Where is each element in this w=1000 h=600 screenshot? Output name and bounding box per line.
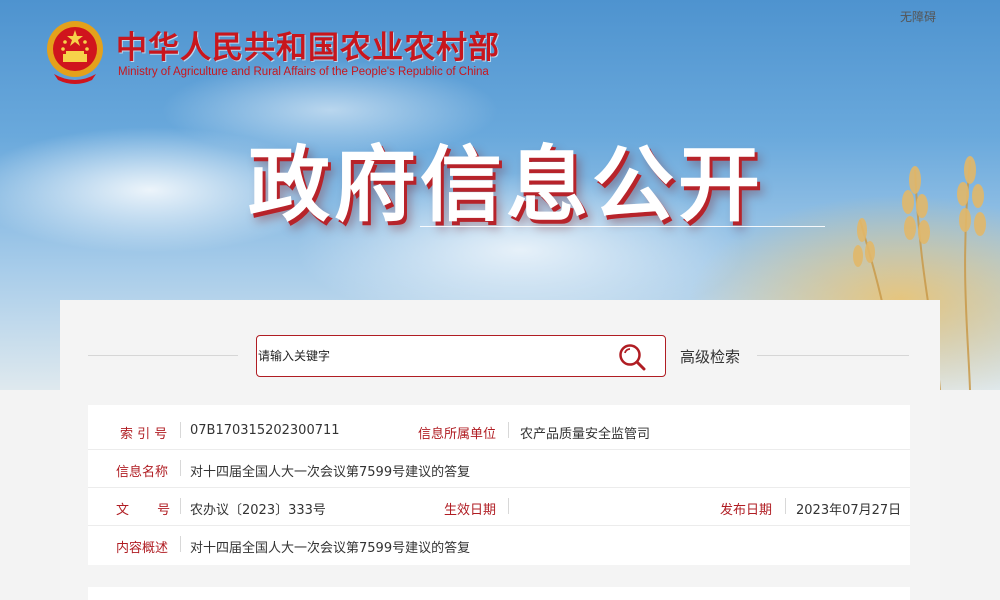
search-input[interactable] (258, 337, 598, 375)
doc-value: 农办议〔2023〕333号 (190, 503, 326, 518)
info-row-index: 索 引 号 07B170315202300711 信息所属单位 农产品质量安全监… (88, 412, 910, 450)
name-label: 信息名称 (116, 465, 169, 480)
divider (88, 355, 238, 356)
national-emblem-icon (47, 21, 103, 84)
main-panel: 高级检索 索 引 号 07B170315202300711 信息所属单位 农产品… (60, 300, 940, 600)
divider (508, 422, 509, 438)
divider (180, 422, 181, 438)
doc-label: 文 号 (116, 503, 171, 518)
search-box (256, 335, 666, 377)
content-card (88, 587, 910, 600)
site-name-en[interactable]: Ministry of Agriculture and Rural Affair… (118, 66, 489, 78)
effective-date-label: 生效日期 (444, 503, 497, 518)
advanced-search-link[interactable]: 高级检索 (680, 346, 740, 367)
divider (180, 536, 181, 552)
index-value: 07B170315202300711 (190, 423, 340, 438)
org-value: 农产品质量安全监管司 (520, 427, 651, 442)
search-icon (619, 344, 646, 371)
banner-title-underline (420, 226, 825, 227)
summary-value: 对十四届全国人大一次会议第7599号建议的答复 (190, 541, 471, 556)
info-table: 索 引 号 07B170315202300711 信息所属单位 农产品质量安全监… (88, 405, 910, 565)
name-value: 对十四届全国人大一次会议第7599号建议的答复 (190, 465, 471, 480)
search-button[interactable] (617, 342, 647, 372)
divider (180, 498, 181, 514)
divider (785, 498, 786, 514)
site-name-cn[interactable]: 中华人民共和国农业农村部 (116, 22, 500, 67)
org-label: 信息所属单位 (418, 427, 497, 442)
info-row-doc: 文 号 农办议〔2023〕333号 生效日期 发布日期 2023年07月27日 (88, 488, 910, 526)
publish-date-value: 2023年07月27日 (796, 503, 902, 518)
divider (508, 498, 509, 514)
info-row-name: 信息名称 对十四届全国人大一次会议第7599号建议的答复 (88, 450, 910, 488)
info-row-summary: 内容概述 对十四届全国人大一次会议第7599号建议的答复 (88, 526, 910, 564)
summary-label: 内容概述 (116, 541, 169, 556)
accessibility-link[interactable]: 无障碍 (900, 8, 936, 25)
divider (180, 460, 181, 476)
publish-date-label: 发布日期 (720, 503, 773, 518)
divider (757, 355, 909, 356)
index-label: 索 引 号 (120, 427, 168, 442)
search-row: 高级检索 (60, 300, 940, 404)
banner-title: 政府信息公开 (248, 138, 765, 233)
